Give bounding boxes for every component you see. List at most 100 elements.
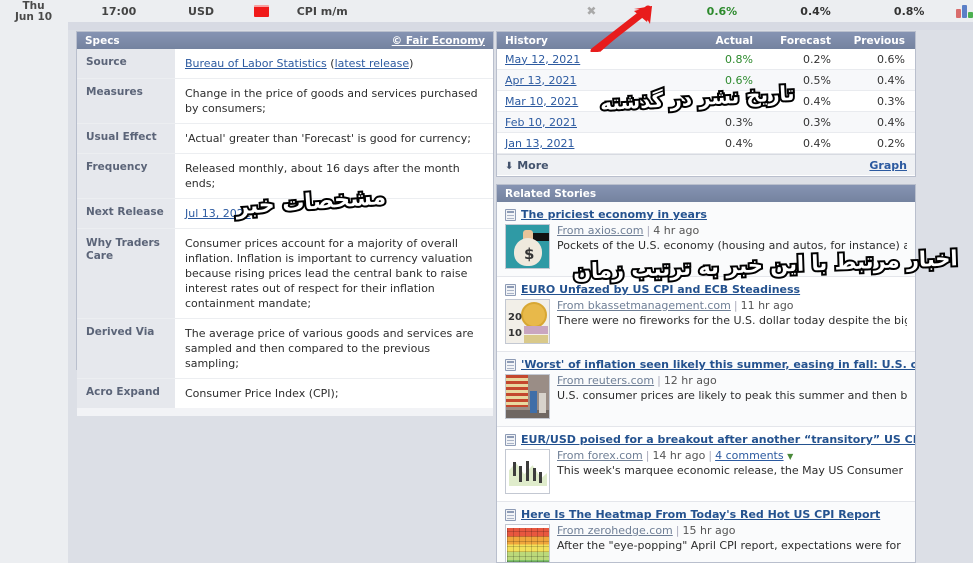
story-link[interactable]: 'Worst' of inflation seen likely this su… — [521, 358, 915, 371]
story-snippet: There were no fireworks for the U.S. dol… — [557, 314, 907, 327]
specs-copyright[interactable]: © Fair Economy — [392, 35, 485, 47]
euro-currency-thumbnail[interactable]: 20 10 — [505, 299, 550, 344]
spec-label: Usual Effect — [77, 124, 175, 153]
impact-cell[interactable] — [232, 4, 291, 18]
story-link[interactable]: Here Is The Heatmap From Today's Red Hot… — [521, 508, 880, 521]
collapse-cell[interactable]: ✖ — [508, 5, 676, 18]
spec-value: Change in the price of goods and service… — [175, 79, 493, 123]
list-item[interactable]: Here Is The Heatmap From Today's Red Hot… — [497, 502, 915, 562]
story-snippet: U.S. consumer prices are likely to peak … — [557, 389, 907, 402]
story-source-link[interactable]: From axios.com — [557, 224, 644, 237]
specs-footer — [77, 408, 493, 416]
article-icon — [505, 434, 516, 446]
history-date[interactable]: Jan 13, 2021 — [505, 137, 675, 150]
spec-value: Bureau of Labor Statistics (latest relea… — [175, 49, 424, 78]
event-day: Thu — [22, 0, 45, 12]
fair-economy-link[interactable]: © Fair Economy — [392, 35, 485, 47]
history-actual: 0.6% — [725, 73, 753, 87]
close-x-icon[interactable]: ✖ — [586, 5, 596, 17]
candlestick-chart-thumbnail[interactable] — [505, 449, 550, 494]
spec-row-acro-expand: Acro Expand Consumer Price Index (CPI); — [77, 379, 493, 408]
spec-value: 'Actual' greater than 'Forecast' is good… — [175, 124, 481, 153]
spec-value: Jul 13, 2021 — [175, 199, 261, 228]
history-footer: ⬇ More Graph — [497, 154, 915, 175]
event-graph-cell[interactable] — [956, 4, 973, 18]
history-date-link[interactable]: May 12, 2021 — [505, 53, 580, 66]
table-row[interactable]: Jan 13, 2021 0.4% 0.4% 0.2% — [497, 133, 915, 154]
history-date[interactable]: May 12, 2021 — [505, 53, 675, 66]
list-item[interactable]: EUR/USD poised for a breakout after anot… — [497, 427, 915, 502]
list-item[interactable]: The priciest economy in years $ From axi… — [497, 202, 915, 277]
event-date-text: Jun 10 — [14, 10, 53, 23]
story-source-link[interactable]: From bkassetmanagement.com — [557, 299, 731, 312]
more-button[interactable]: ⬇ More — [505, 159, 549, 172]
story-source-link[interactable]: From forex.com — [557, 449, 643, 462]
table-row[interactable]: Apr 13, 2021 0.6% 0.5% 0.4% — [497, 70, 915, 91]
story-comments-link[interactable]: 4 comments — [715, 449, 784, 462]
history-previous: 0.4% — [877, 115, 905, 129]
next-release-link[interactable]: Jul 13, 2021 — [185, 207, 251, 220]
street-shoppers-thumbnail[interactable] — [505, 374, 550, 419]
table-row[interactable]: Feb 10, 2021 0.3% 0.3% 0.4% — [497, 112, 915, 133]
history-date-link[interactable]: Apr 13, 2021 — [505, 74, 577, 87]
money-bag-thumbnail[interactable]: $ — [505, 224, 550, 269]
story-link[interactable]: The priciest economy in years — [521, 208, 707, 221]
history-actual: 0.3% — [725, 115, 753, 129]
spec-row-measures: Measures Change in the price of goods an… — [77, 79, 493, 124]
spec-value: Consumer Price Index (CPI); — [175, 379, 349, 408]
event-forecast: 0.4% — [800, 4, 831, 18]
history-previous: 0.6% — [877, 52, 905, 66]
event-summary-row[interactable]: Thu Jun 10 17:00 USD CPI m/m ✖ 0.6% 0.4%… — [0, 0, 973, 22]
history-date[interactable]: Mar 10, 2021 — [505, 95, 675, 108]
event-currency: USD — [188, 4, 215, 18]
spec-label: Frequency — [77, 154, 175, 198]
story-source-link[interactable]: From zerohedge.com — [557, 524, 673, 537]
spec-value: Released monthly, about 16 days after th… — [175, 154, 493, 198]
article-icon — [505, 359, 516, 371]
latest-release-link[interactable]: latest release — [335, 57, 410, 70]
calendar-event-detail-page: Thu Jun 10 17:00 USD CPI m/m ✖ 0.6% 0.4%… — [0, 0, 973, 563]
story-time: 4 hr ago — [653, 224, 700, 237]
history-date-link[interactable]: Feb 10, 2021 — [505, 116, 577, 129]
article-icon — [505, 209, 516, 221]
history-panel-header: History Actual Forecast Previous — [497, 32, 915, 49]
bar-chart-icon[interactable] — [956, 4, 973, 18]
graph-link[interactable]: Graph — [869, 159, 907, 172]
spec-row-source: Source Bureau of Labor Statistics (lates… — [77, 49, 493, 79]
story-meta: From bkassetmanagement.com | 11 hr ago — [557, 299, 794, 312]
story-body: 20 10 From bkassetmanagement.com | 11 hr ag… — [505, 299, 907, 344]
spec-row-next-release: Next Release Jul 13, 2021 — [77, 199, 493, 229]
story-source-link[interactable]: From reuters.com — [557, 374, 654, 387]
history-date-link[interactable]: Mar 10, 2021 — [505, 95, 578, 108]
history-previous: 0.4% — [877, 73, 905, 87]
story-snippet: After the "eye-popping" April CPI report… — [557, 539, 901, 552]
chevron-down-icon[interactable]: ▼ — [787, 452, 793, 461]
story-link[interactable]: EURO Unfazed by US CPI and ECB Steadines… — [521, 283, 800, 296]
story-body: From zerohedge.com | 15 hr ago After the "… — [505, 524, 907, 562]
story-link[interactable]: EUR/USD poised for a breakout after anot… — [521, 433, 915, 446]
specs-panel-title: Specs — [85, 34, 120, 47]
list-item[interactable]: 'Worst' of inflation seen likely this su… — [497, 352, 915, 427]
related-stories-panel: Related Stories The priciest economy in … — [496, 184, 916, 563]
table-row[interactable]: May 12, 2021 0.8% 0.2% 0.6% — [497, 49, 915, 70]
more-label: More — [517, 158, 549, 172]
history-date[interactable]: Apr 13, 2021 — [505, 74, 675, 87]
spec-label: Next Release — [77, 199, 175, 228]
table-row[interactable]: Mar 10, 2021 0.4% 0.3% — [497, 91, 915, 112]
event-previous: 0.8% — [893, 4, 925, 18]
history-date-link[interactable]: Jan 13, 2021 — [505, 137, 574, 150]
heatmap-thumbnail[interactable] — [505, 524, 550, 562]
history-actual: 0.8% — [725, 52, 753, 66]
history-panel: History Actual Forecast Previous May 12,… — [496, 31, 916, 177]
source-link[interactable]: Bureau of Labor Statistics — [185, 57, 327, 70]
spec-value: The average price of various goods and s… — [175, 319, 493, 378]
history-date[interactable]: Feb 10, 2021 — [505, 116, 675, 129]
history-col-previous: Previous — [853, 34, 905, 47]
history-forecast: 0.5% — [803, 73, 831, 87]
spec-label: Derived Via — [77, 319, 175, 378]
story-time: 14 hr ago — [652, 449, 706, 462]
story-meta: From reuters.com | 12 hr ago — [557, 374, 717, 387]
list-item[interactable]: EURO Unfazed by US CPI and ECB Steadines… — [497, 277, 915, 352]
history-forecast: 0.3% — [803, 115, 831, 129]
event-title[interactable]: CPI m/m — [291, 5, 508, 18]
